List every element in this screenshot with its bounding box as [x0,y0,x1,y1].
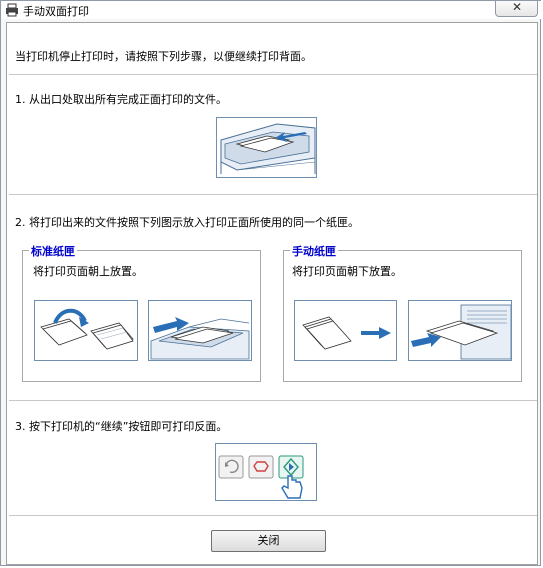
standard-tray-group: 标准纸匣 将打印页面朝上放置。 [22,243,261,382]
divider [9,74,537,75]
standard-tray-title: 标准纸匣 [29,243,77,259]
dialog-window: 手动双面打印 ✕ 当打印机停止打印时，请按照下列步骤，以便继续打印背面。 1. … [0,0,542,566]
intro-text: 当打印机停止打印时，请按照下列步骤，以便继续打印背面。 [15,50,312,63]
hand-pointer-icon [281,475,303,499]
step2-text: 2. 将打印出来的文件按照下列图示放入打印正面所使用的同一个纸匣。 [15,216,359,229]
step3-text: 3. 按下打印机的“继续”按钮即可打印反面。 [15,420,228,433]
flip-stack-illustration [34,300,138,361]
manual-feed-illustration [408,300,512,361]
window-title: 手动双面打印 [23,5,89,18]
face-down-stack-illustration [294,300,397,361]
step1-text: 1. 从出口处取出所有完成正面打印的文件。 [15,93,227,106]
window-close-button[interactable]: ✕ [495,0,538,17]
manual-tray-desc: 将打印页面朝下放置。 [292,265,402,278]
title-bar: 手动双面打印 ✕ [1,0,542,19]
manual-tray-group: 手动纸匣 将打印页面朝下放置。 [283,243,522,382]
remove-pages-illustration [216,117,317,178]
printer-icon [6,3,18,17]
divider [9,400,537,401]
divider [9,194,537,195]
manual-tray-title: 手动纸匣 [290,243,338,259]
divider [9,515,537,516]
close-icon: ✕ [512,0,523,14]
printer-buttons-illustration [215,443,317,501]
load-tray-illustration [148,300,252,361]
standard-tray-desc: 将打印页面朝上放置。 [33,265,143,278]
printer-output-illustration [218,119,316,176]
close-button[interactable]: 关闭 [211,530,326,552]
